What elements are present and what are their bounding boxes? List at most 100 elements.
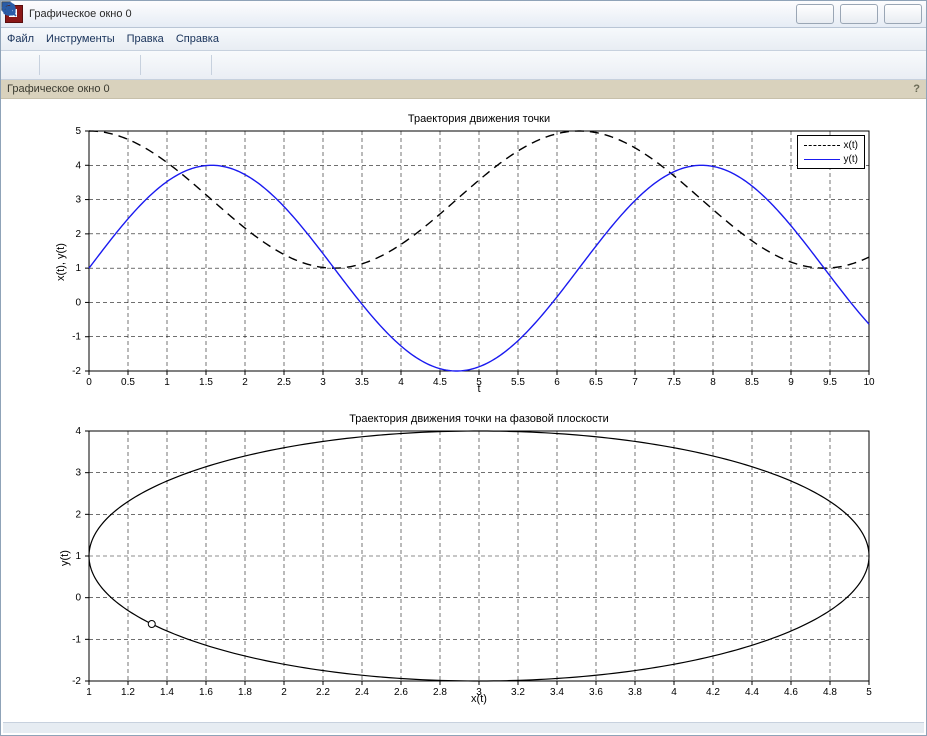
legend-swatch-blue <box>804 159 840 160</box>
menu-file[interactable]: Файл <box>7 33 34 45</box>
menu-help[interactable]: Справка <box>176 33 219 45</box>
status-strip <box>3 722 924 733</box>
maximize-button[interactable] <box>840 4 878 24</box>
svg-text:3: 3 <box>476 687 482 698</box>
svg-text:6: 6 <box>554 377 560 388</box>
svg-text:2: 2 <box>281 687 287 698</box>
svg-text:1: 1 <box>75 551 81 562</box>
svg-text:4: 4 <box>75 160 81 171</box>
window-buttons <box>796 4 922 24</box>
svg-text:3: 3 <box>75 195 81 206</box>
svg-text:-1: -1 <box>72 332 81 343</box>
svg-text:4.6: 4.6 <box>784 687 798 698</box>
svg-text:3: 3 <box>75 468 81 479</box>
legend-item-xt: x(t) <box>804 138 858 152</box>
subheader-label: Графическое окно 0 <box>7 83 110 95</box>
pan-icon[interactable] <box>149 53 173 77</box>
svg-text:4.4: 4.4 <box>745 687 759 698</box>
svg-text:1: 1 <box>86 687 92 698</box>
figure-canvas: Траектория движения точки x(t), y(t) t 0… <box>9 101 918 723</box>
close-button[interactable] <box>884 4 922 24</box>
svg-text:2: 2 <box>75 229 81 240</box>
data-tip-icon[interactable] <box>179 53 203 77</box>
svg-text:7.5: 7.5 <box>667 377 681 388</box>
zoom-out-icon[interactable] <box>108 53 132 77</box>
svg-text:0: 0 <box>86 377 92 388</box>
svg-text:8: 8 <box>710 377 716 388</box>
plot-top-svg: 00.511.522.533.544.555.566.577.588.599.5… <box>89 131 869 371</box>
svg-text:4: 4 <box>75 426 81 437</box>
svg-text:2.6: 2.6 <box>394 687 408 698</box>
svg-text:1.6: 1.6 <box>199 687 213 698</box>
subheader-help[interactable]: ? <box>913 83 920 95</box>
legend-swatch-dash <box>804 145 840 146</box>
svg-text:5: 5 <box>476 377 482 388</box>
svg-text:9: 9 <box>788 377 794 388</box>
svg-text:5: 5 <box>75 126 81 137</box>
zoom-box-icon[interactable] <box>48 53 72 77</box>
svg-text:2.2: 2.2 <box>316 687 330 698</box>
svg-text:2: 2 <box>75 509 81 520</box>
svg-text:?: ? <box>6 5 12 15</box>
titlebar: Графическое окно 0 <box>1 1 926 28</box>
svg-text:3.6: 3.6 <box>589 687 603 698</box>
toolbar-separator <box>140 55 141 75</box>
plot-top: Траектория движения точки x(t), y(t) t 0… <box>89 131 869 371</box>
menu-edit[interactable]: Правка <box>127 33 164 45</box>
svg-text:4.8: 4.8 <box>823 687 837 698</box>
legend-item-yt: y(t) <box>804 152 858 166</box>
svg-text:2.5: 2.5 <box>277 377 291 388</box>
svg-text:8.5: 8.5 <box>745 377 759 388</box>
toolbar-separator <box>211 55 212 75</box>
plot-top-ylabel: x(t), y(t) <box>55 243 67 281</box>
svg-text:5.5: 5.5 <box>511 377 525 388</box>
menu-tools[interactable]: Инструменты <box>46 33 115 45</box>
svg-text:9.5: 9.5 <box>823 377 837 388</box>
svg-text:0: 0 <box>75 593 81 604</box>
svg-text:3.8: 3.8 <box>628 687 642 698</box>
toolbar-separator <box>39 55 40 75</box>
svg-text:0.5: 0.5 <box>121 377 135 388</box>
svg-text:1.8: 1.8 <box>238 687 252 698</box>
plot-bottom-title: Траектория движения точки на фазовой пло… <box>89 413 869 425</box>
svg-text:3: 3 <box>320 377 326 388</box>
help-icon[interactable]: ? <box>220 53 244 77</box>
toolbar: ? <box>1 51 926 80</box>
subheader: Графическое окно 0 ? <box>1 80 926 99</box>
app-window: Графическое окно 0 Файл Инструменты Прав… <box>0 0 927 736</box>
svg-text:2.8: 2.8 <box>433 687 447 698</box>
legend-label-yt: y(t) <box>844 154 858 165</box>
svg-text:-2: -2 <box>72 676 81 687</box>
svg-text:-1: -1 <box>72 634 81 645</box>
svg-text:0: 0 <box>75 297 81 308</box>
zoom-in-icon[interactable] <box>78 53 102 77</box>
svg-text:7: 7 <box>632 377 638 388</box>
svg-text:3.2: 3.2 <box>511 687 525 698</box>
rotate-icon[interactable] <box>7 53 31 77</box>
plot-top-title: Траектория движения точки <box>89 113 869 125</box>
svg-text:4: 4 <box>671 687 677 698</box>
svg-text:3.4: 3.4 <box>550 687 564 698</box>
svg-text:1: 1 <box>75 263 81 274</box>
minimize-button[interactable] <box>796 4 834 24</box>
svg-text:2.4: 2.4 <box>355 687 369 698</box>
svg-text:1.5: 1.5 <box>199 377 213 388</box>
svg-text:3.5: 3.5 <box>355 377 369 388</box>
legend-label-xt: x(t) <box>844 140 858 151</box>
plot-bottom: Траектория движения точки на фазовой пло… <box>89 431 869 681</box>
svg-text:5: 5 <box>866 687 872 698</box>
window-title: Графическое окно 0 <box>29 8 132 20</box>
svg-text:2: 2 <box>242 377 248 388</box>
plot-bottom-svg: 11.21.41.61.822.22.42.62.833.23.43.63.84… <box>89 431 869 681</box>
svg-text:1.2: 1.2 <box>121 687 135 698</box>
svg-text:4: 4 <box>398 377 404 388</box>
svg-text:1: 1 <box>164 377 170 388</box>
svg-text:-2: -2 <box>72 366 81 377</box>
svg-text:6.5: 6.5 <box>589 377 603 388</box>
svg-text:4.5: 4.5 <box>433 377 447 388</box>
menubar: Файл Инструменты Правка Справка <box>1 28 926 51</box>
plot-top-legend: x(t) y(t) <box>797 135 865 169</box>
svg-text:4.2: 4.2 <box>706 687 720 698</box>
svg-text:10: 10 <box>863 377 875 388</box>
plot-bottom-ylabel: y(t) <box>59 550 71 566</box>
